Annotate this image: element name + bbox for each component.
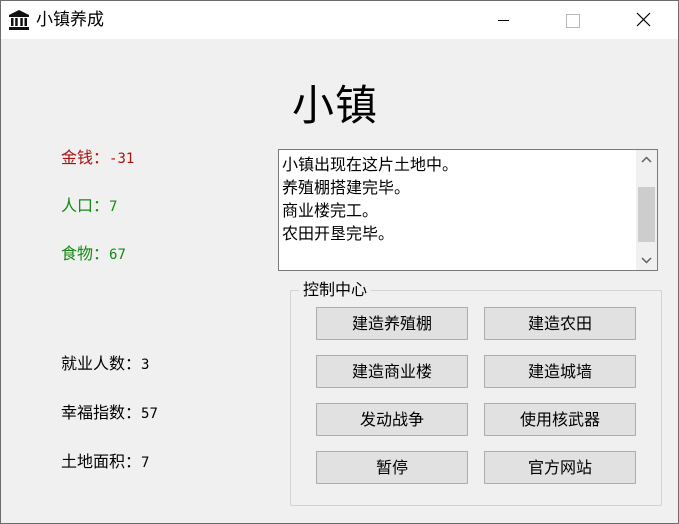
- log-line: 农田开垦完毕。: [282, 224, 395, 243]
- happiness-label: 幸福指数：: [61, 403, 142, 422]
- maximize-icon: [566, 14, 580, 28]
- money-stat: 金钱：-31: [61, 148, 134, 169]
- log-scrollbar[interactable]: [636, 150, 657, 270]
- minimize-button[interactable]: [480, 1, 526, 39]
- food-label: 食物：: [61, 244, 110, 263]
- money-value: -31: [109, 151, 135, 167]
- employed-value: 3: [141, 357, 150, 373]
- bank-building-icon: [8, 9, 30, 31]
- food-value: 67: [109, 247, 126, 263]
- page-title: 小镇: [292, 81, 379, 130]
- scroll-down-button[interactable]: [636, 252, 657, 269]
- build-farm-shed-button[interactable]: 建造养殖棚: [316, 307, 468, 340]
- build-farmland-button[interactable]: 建造农田: [484, 307, 636, 340]
- control-center-title: 控制中心: [299, 280, 372, 300]
- official-site-button[interactable]: 官方网站: [484, 451, 636, 484]
- employed-label: 就业人数：: [61, 354, 142, 373]
- event-log[interactable]: 小镇出现在这片土地中。 养殖棚搭建完毕。 商业楼完工。 农田开垦完毕。: [278, 149, 658, 271]
- log-line: 商业楼完工。: [282, 201, 379, 220]
- land-area-stat: 土地面积：7: [61, 452, 149, 473]
- population-stat: 人口：7: [61, 196, 117, 217]
- scroll-thumb[interactable]: [638, 187, 655, 242]
- land-area-value: 7: [141, 455, 150, 471]
- happiness-value: 57: [141, 406, 158, 422]
- log-line: 小镇出现在这片土地中。: [282, 155, 459, 174]
- build-wall-button[interactable]: 建造城墙: [484, 355, 636, 388]
- app-window: 小镇养成 小镇 金钱：-31 人口：7 食物：67 就业人数：3 幸福指数：57…: [0, 0, 679, 524]
- employed-stat: 就业人数：3: [61, 354, 149, 375]
- event-log-content: 小镇出现在这片土地中。 养殖棚搭建完毕。 商业楼完工。 农田开垦完毕。: [282, 153, 632, 267]
- close-button[interactable]: [620, 1, 666, 39]
- population-value: 7: [109, 199, 118, 215]
- title-bar[interactable]: 小镇养成: [1, 1, 678, 39]
- close-icon: [636, 12, 651, 27]
- minimize-icon: [498, 20, 509, 21]
- build-commercial-button[interactable]: 建造商业楼: [316, 355, 468, 388]
- log-line: 养殖棚搭建完毕。: [282, 178, 411, 197]
- happiness-stat: 幸福指数：57: [61, 403, 158, 424]
- maximize-button[interactable]: [549, 1, 595, 39]
- food-stat: 食物：67: [61, 244, 126, 265]
- chevron-up-icon: [641, 156, 652, 163]
- land-area-label: 土地面积：: [61, 452, 142, 471]
- pause-button[interactable]: 暂停: [316, 451, 468, 484]
- population-label: 人口：: [61, 196, 110, 215]
- scroll-up-button[interactable]: [636, 151, 657, 168]
- window-title: 小镇养成: [36, 10, 104, 30]
- start-war-button[interactable]: 发动战争: [316, 403, 468, 436]
- money-label: 金钱：: [61, 148, 110, 167]
- chevron-down-icon: [641, 257, 652, 264]
- use-nuke-button[interactable]: 使用核武器: [484, 403, 636, 436]
